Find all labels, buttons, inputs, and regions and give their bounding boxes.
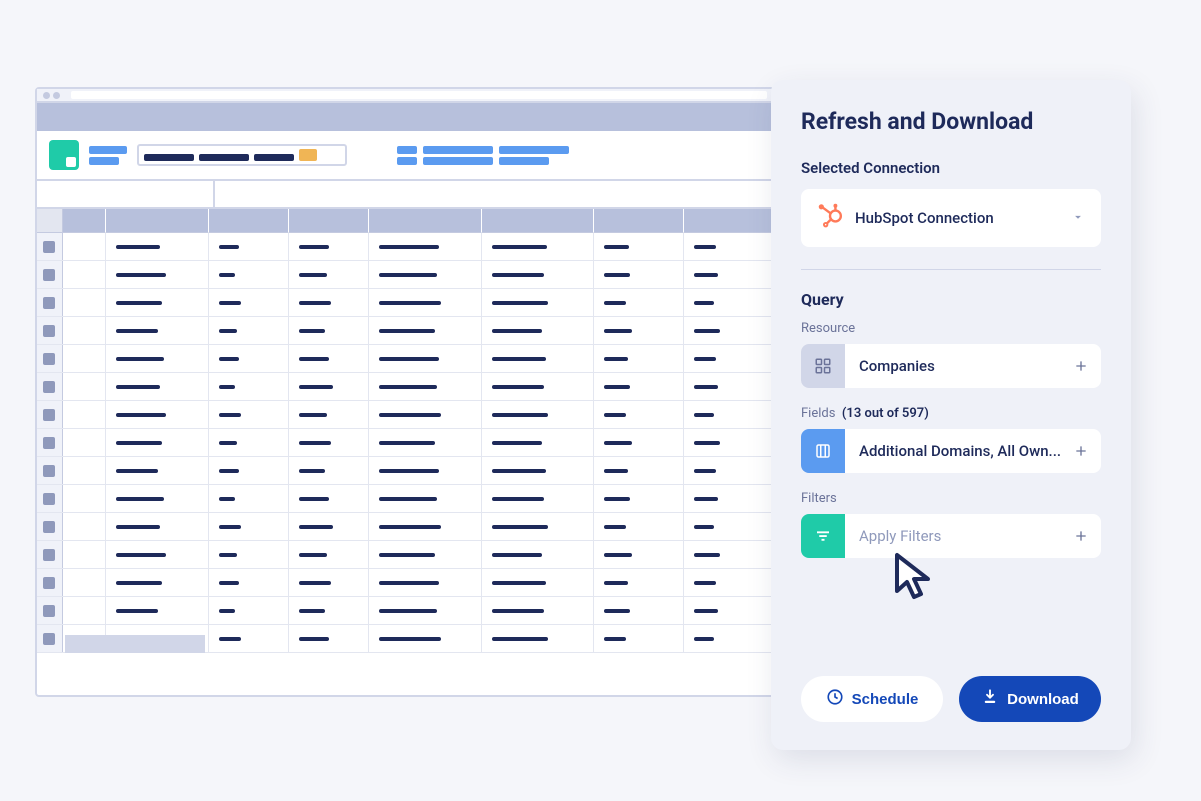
resource-select[interactable]: Companies: [801, 344, 1101, 388]
fields-value: Additional Domains, All Own...: [845, 429, 1061, 473]
plus-icon[interactable]: [1061, 429, 1101, 473]
divider: [801, 269, 1101, 270]
row-checkbox[interactable]: [43, 549, 55, 561]
row-checkbox[interactable]: [43, 325, 55, 337]
row-checkbox[interactable]: [43, 241, 55, 253]
download-icon: [981, 688, 999, 710]
filters-placeholder: Apply Filters: [845, 514, 1061, 558]
table-row[interactable]: [37, 345, 773, 373]
fields-label: Fields (13 out of 597): [801, 406, 1101, 421]
connection-select[interactable]: HubSpot Connection: [801, 189, 1101, 247]
filter-icon: [801, 514, 845, 558]
table-row[interactable]: [37, 429, 773, 457]
table-row[interactable]: [37, 513, 773, 541]
toolbar-input[interactable]: [137, 144, 347, 166]
spreadsheet-grid[interactable]: [37, 209, 773, 653]
browser-chrome: [37, 89, 773, 103]
connection-name: HubSpot Connection: [855, 209, 1059, 227]
app-header: [37, 131, 773, 181]
row-checkbox[interactable]: [43, 633, 55, 645]
row-checkbox[interactable]: [43, 437, 55, 449]
table-row[interactable]: [37, 541, 773, 569]
table-row[interactable]: [37, 233, 773, 261]
resource-label: Resource: [801, 321, 1101, 336]
row-checkbox[interactable]: [43, 297, 55, 309]
chevron-down-icon: [1071, 209, 1085, 228]
row-checkbox[interactable]: [43, 381, 55, 393]
spreadsheet-window: [35, 87, 775, 697]
table-row[interactable]: [37, 457, 773, 485]
schedule-button[interactable]: Schedule: [801, 676, 943, 722]
row-checkbox[interactable]: [43, 577, 55, 589]
row-checkbox[interactable]: [43, 521, 55, 533]
hubspot-icon: [817, 203, 843, 233]
browser-toolbar: [37, 103, 773, 131]
filters-select[interactable]: Apply Filters: [801, 514, 1101, 558]
fields-select[interactable]: Additional Domains, All Own...: [801, 429, 1101, 473]
table-row[interactable]: [37, 597, 773, 625]
formula-bar[interactable]: [37, 181, 773, 209]
resource-value: Companies: [845, 344, 1061, 388]
query-heading: Query: [801, 290, 1101, 309]
table-row[interactable]: [37, 317, 773, 345]
columns-icon: [801, 429, 845, 473]
download-button[interactable]: Download: [959, 676, 1101, 722]
cursor-icon: [891, 551, 941, 610]
filters-label: Filters: [801, 491, 1101, 506]
table-row[interactable]: [37, 569, 773, 597]
table-row[interactable]: [37, 373, 773, 401]
row-checkbox[interactable]: [43, 465, 55, 477]
panel-title: Refresh and Download: [801, 108, 1101, 135]
row-checkbox[interactable]: [43, 409, 55, 421]
horizontal-scrollbar[interactable]: [65, 635, 205, 653]
grid-icon: [801, 344, 845, 388]
row-checkbox[interactable]: [43, 353, 55, 365]
plus-icon[interactable]: [1061, 514, 1101, 558]
row-checkbox[interactable]: [43, 605, 55, 617]
table-row[interactable]: [37, 289, 773, 317]
plus-icon[interactable]: [1061, 344, 1101, 388]
refresh-download-panel: Refresh and Download Selected Connection…: [771, 80, 1131, 750]
table-row[interactable]: [37, 261, 773, 289]
table-row[interactable]: [37, 485, 773, 513]
connection-label: Selected Connection: [801, 159, 1101, 177]
row-checkbox[interactable]: [43, 493, 55, 505]
table-row[interactable]: [37, 401, 773, 429]
clock-icon: [826, 688, 844, 710]
app-logo-icon: [49, 140, 79, 170]
row-checkbox[interactable]: [43, 269, 55, 281]
